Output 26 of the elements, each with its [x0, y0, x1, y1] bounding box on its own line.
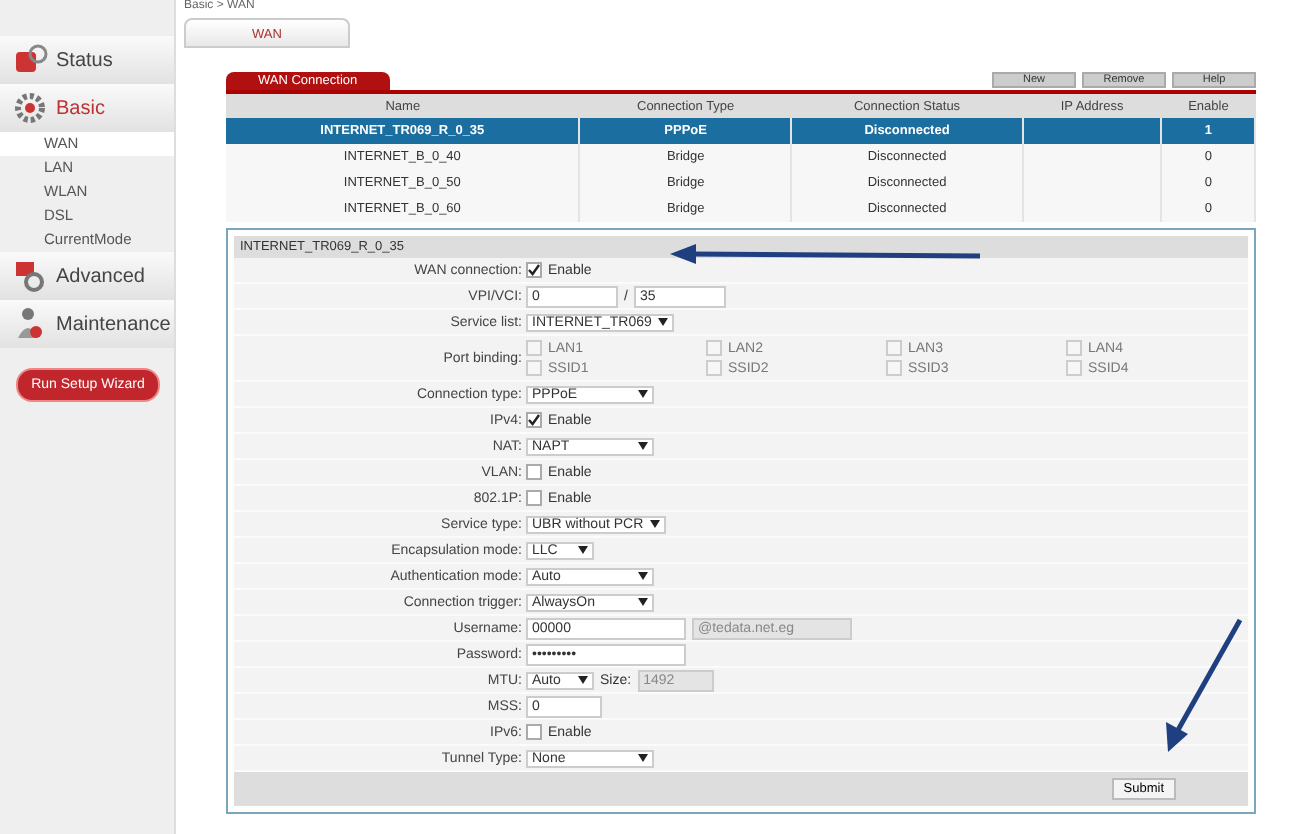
menu-section[interactable]: Maintenance	[0, 300, 174, 348]
caret-icon	[638, 442, 648, 450]
caret-icon	[657, 318, 668, 326]
caret-icon	[638, 598, 648, 606]
checkbox[interactable]	[526, 262, 542, 278]
table-cell	[1022, 144, 1162, 170]
tools-icon	[12, 258, 48, 294]
caret-icon	[638, 754, 648, 762]
checkbox[interactable]	[526, 464, 542, 480]
menu-section[interactable]: Advanced	[0, 252, 174, 300]
menu-section[interactable]: Status	[0, 36, 174, 84]
menu-section[interactable]: Basic	[0, 84, 174, 132]
caret-icon	[638, 390, 648, 398]
caret-icon	[638, 572, 648, 580]
status-icon	[12, 42, 48, 78]
table-cell	[1022, 196, 1162, 222]
person-icon	[12, 306, 48, 342]
gear-icon	[12, 90, 48, 126]
checkbox[interactable]	[526, 412, 542, 428]
table-cell	[1022, 118, 1162, 144]
checkbox[interactable]	[526, 724, 542, 740]
checkbox[interactable]	[526, 490, 542, 506]
caret-icon	[578, 676, 588, 684]
caret-icon	[649, 520, 660, 528]
caret-icon	[578, 546, 588, 554]
annotation-arrow	[1166, 618, 1243, 752]
